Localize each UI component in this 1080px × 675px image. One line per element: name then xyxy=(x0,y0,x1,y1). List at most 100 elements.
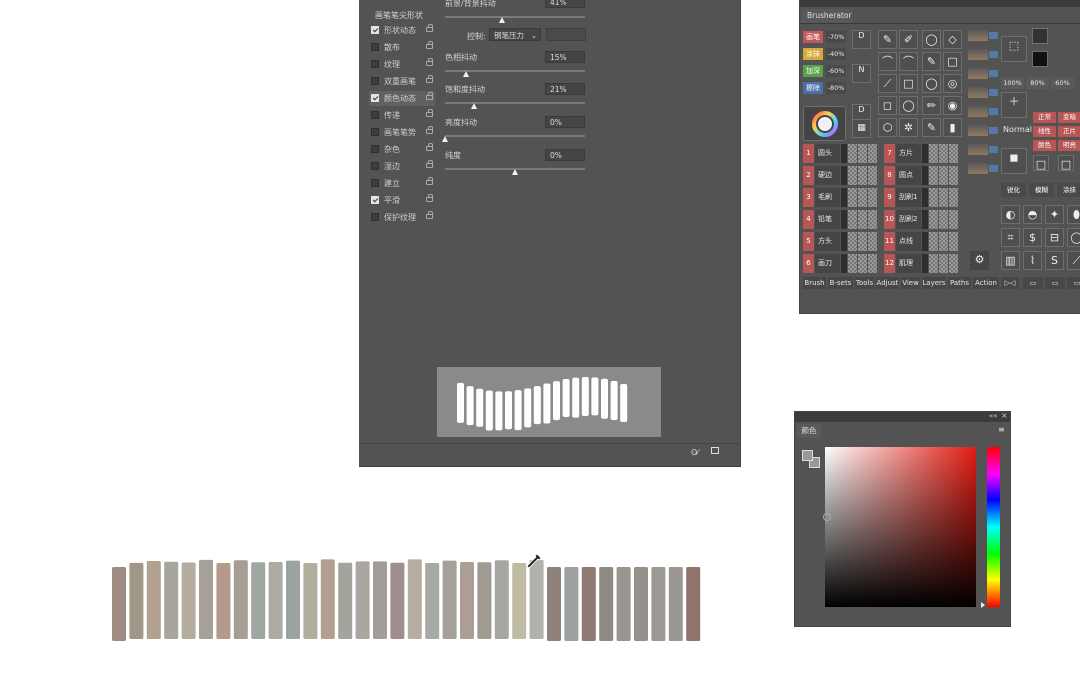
tool-icon-9[interactable]: ⟋ xyxy=(878,74,897,93)
adjust-button-3[interactable]: 涂抹 xyxy=(1057,183,1080,197)
lock-icon[interactable] xyxy=(426,211,433,219)
param-value-2[interactable]: 21% xyxy=(545,83,585,95)
preset-swatch[interactable] xyxy=(858,166,867,185)
action-icon-8[interactable]: ◯ xyxy=(1067,228,1080,247)
tool-chip-pct-2[interactable]: -40% xyxy=(826,48,846,60)
action-icon-11[interactable]: S xyxy=(1045,251,1064,270)
panel-menu-icon[interactable]: ≡ xyxy=(998,425,1005,434)
tool-icon-7[interactable]: ✎ xyxy=(922,52,941,71)
param-slider-2[interactable] xyxy=(445,102,585,104)
preset-swatch[interactable] xyxy=(868,144,877,163)
tool-icon-2[interactable]: ✐ xyxy=(899,30,918,49)
action-icon-4[interactable]: ⬮ xyxy=(1067,205,1080,224)
preset-swatch[interactable] xyxy=(929,210,938,229)
preset-swatch[interactable] xyxy=(929,144,938,163)
hue-slider-thumb[interactable] xyxy=(981,602,985,608)
action-icon-10[interactable]: ⌇ xyxy=(1023,251,1042,270)
tool-chip-pct-1[interactable]: -70% xyxy=(826,31,846,43)
preset-swatch[interactable] xyxy=(858,232,867,251)
brush-tip-shape-title[interactable]: 画笔笔尖形状 xyxy=(375,10,423,21)
option-checkbox[interactable] xyxy=(371,60,379,68)
preset-number-12[interactable]: 12 xyxy=(884,254,895,273)
preset-swatch[interactable] xyxy=(949,232,958,251)
brush-tip-thumb-2[interactable] xyxy=(968,49,988,60)
brush-tip-thumb-1[interactable] xyxy=(968,30,988,41)
lock-icon[interactable] xyxy=(426,177,433,185)
draw-mode-button[interactable]: D xyxy=(852,30,871,49)
tab-b-sets[interactable]: B-sets xyxy=(828,277,853,289)
blend-button-5[interactable]: 颜色 xyxy=(1033,140,1056,151)
blend-button-4[interactable]: 正片 xyxy=(1058,126,1080,137)
swatch-dark-2[interactable] xyxy=(1032,51,1048,67)
param-value-4[interactable]: 0% xyxy=(545,149,585,161)
preset-swatch[interactable] xyxy=(868,232,877,251)
preset-swatch[interactable] xyxy=(929,232,938,251)
option-checkbox[interactable] xyxy=(371,26,379,34)
adjust-button-2[interactable]: 模糊 xyxy=(1029,183,1054,197)
brush-option-10[interactable]: 建立 xyxy=(369,176,435,191)
tool-chip-1[interactable]: 画笔 xyxy=(803,31,823,43)
tool-chip-4[interactable]: 擦除 xyxy=(803,82,823,94)
preset-swatch[interactable] xyxy=(949,188,958,207)
option-checkbox[interactable] xyxy=(371,179,379,187)
preset-swatch[interactable] xyxy=(848,144,857,163)
brush-option-9[interactable]: 湿边 xyxy=(369,159,435,174)
layout-icon-1[interactable]: ▭ xyxy=(1023,277,1043,289)
lock-icon[interactable] xyxy=(426,109,433,117)
tool-icon-14[interactable]: ◯ xyxy=(899,96,918,115)
tool-icon-3[interactable]: ◯ xyxy=(922,30,941,49)
opacity-percent-2[interactable]: 80% xyxy=(1026,77,1049,89)
option-checkbox[interactable] xyxy=(371,94,379,102)
preset-swatch[interactable] xyxy=(949,210,958,229)
new-layer-icon[interactable]: ＋ xyxy=(1001,92,1027,118)
option-checkbox[interactable] xyxy=(371,196,379,204)
control-extra-field[interactable] xyxy=(546,28,586,41)
preset-swatch[interactable] xyxy=(858,188,867,207)
tool-icon-1[interactable]: ✎ xyxy=(878,30,897,49)
collapse-icon[interactable]: «« xyxy=(989,412,998,420)
preset-swatch[interactable] xyxy=(949,254,958,273)
blend-button-6[interactable]: 明亮 xyxy=(1058,140,1080,151)
hue-slider[interactable] xyxy=(987,447,1000,607)
preset-swatch[interactable] xyxy=(868,254,877,273)
preset-swatch[interactable] xyxy=(848,188,857,207)
preset-swatch[interactable] xyxy=(868,210,877,229)
preset-swatch[interactable] xyxy=(939,188,948,207)
action-icon-3[interactable]: ✦ xyxy=(1045,205,1064,224)
action-icon-12[interactable]: ⟋ xyxy=(1067,251,1080,270)
brush-option-1[interactable]: 形状动态 xyxy=(369,23,435,38)
tab-action[interactable]: Action xyxy=(973,277,999,289)
toggle-live-tip-icon[interactable]: ʘ⁄ xyxy=(691,448,699,457)
param-slider-thumb-2[interactable] xyxy=(471,103,478,109)
preset-swatch[interactable] xyxy=(858,144,867,163)
preset-swatch[interactable] xyxy=(939,210,948,229)
tool-icon-5[interactable]: ⌒ xyxy=(878,52,897,71)
action-icon-7[interactable]: ⊟ xyxy=(1045,228,1064,247)
brush-tip-thumb-7[interactable] xyxy=(968,144,988,155)
tool-icon-12[interactable]: ◎ xyxy=(943,74,962,93)
blend-button-2[interactable]: 变暗 xyxy=(1058,112,1080,123)
preset-swatch[interactable] xyxy=(949,166,958,185)
transparency-icon[interactable]: ▦ xyxy=(852,119,871,138)
preset-swatch[interactable] xyxy=(868,166,877,185)
brush-option-4[interactable]: 双重画笔 xyxy=(369,74,435,89)
preset-swatch[interactable] xyxy=(939,232,948,251)
blend-button-3[interactable]: 线性 xyxy=(1033,126,1056,137)
tool-icon-15[interactable]: ✏ xyxy=(922,96,941,115)
preset-swatch[interactable] xyxy=(848,210,857,229)
option-checkbox[interactable] xyxy=(371,162,379,170)
tab-layers[interactable]: Layers xyxy=(922,277,946,289)
brusherator-tab[interactable]: Brusherator xyxy=(802,9,852,23)
brush-tip-thumb-8[interactable] xyxy=(968,163,988,174)
preset-name-2[interactable]: 硬边 xyxy=(815,166,840,185)
action-icon-2[interactable]: ◓ xyxy=(1023,205,1042,224)
preset-number-10[interactable]: 10 xyxy=(884,210,895,229)
brush-option-11[interactable]: 平滑 xyxy=(369,193,435,208)
foreground-background-jitter-thumb[interactable] xyxy=(499,17,506,23)
preset-name-8[interactable]: 圆点 xyxy=(896,166,921,185)
tool-chip-pct-4[interactable]: -80% xyxy=(826,82,846,94)
preset-number-11[interactable]: 11 xyxy=(884,232,895,251)
lock-icon[interactable] xyxy=(426,58,433,66)
new-preset-icon[interactable] xyxy=(711,447,719,454)
tool-icon-19[interactable]: ✎ xyxy=(922,118,941,137)
